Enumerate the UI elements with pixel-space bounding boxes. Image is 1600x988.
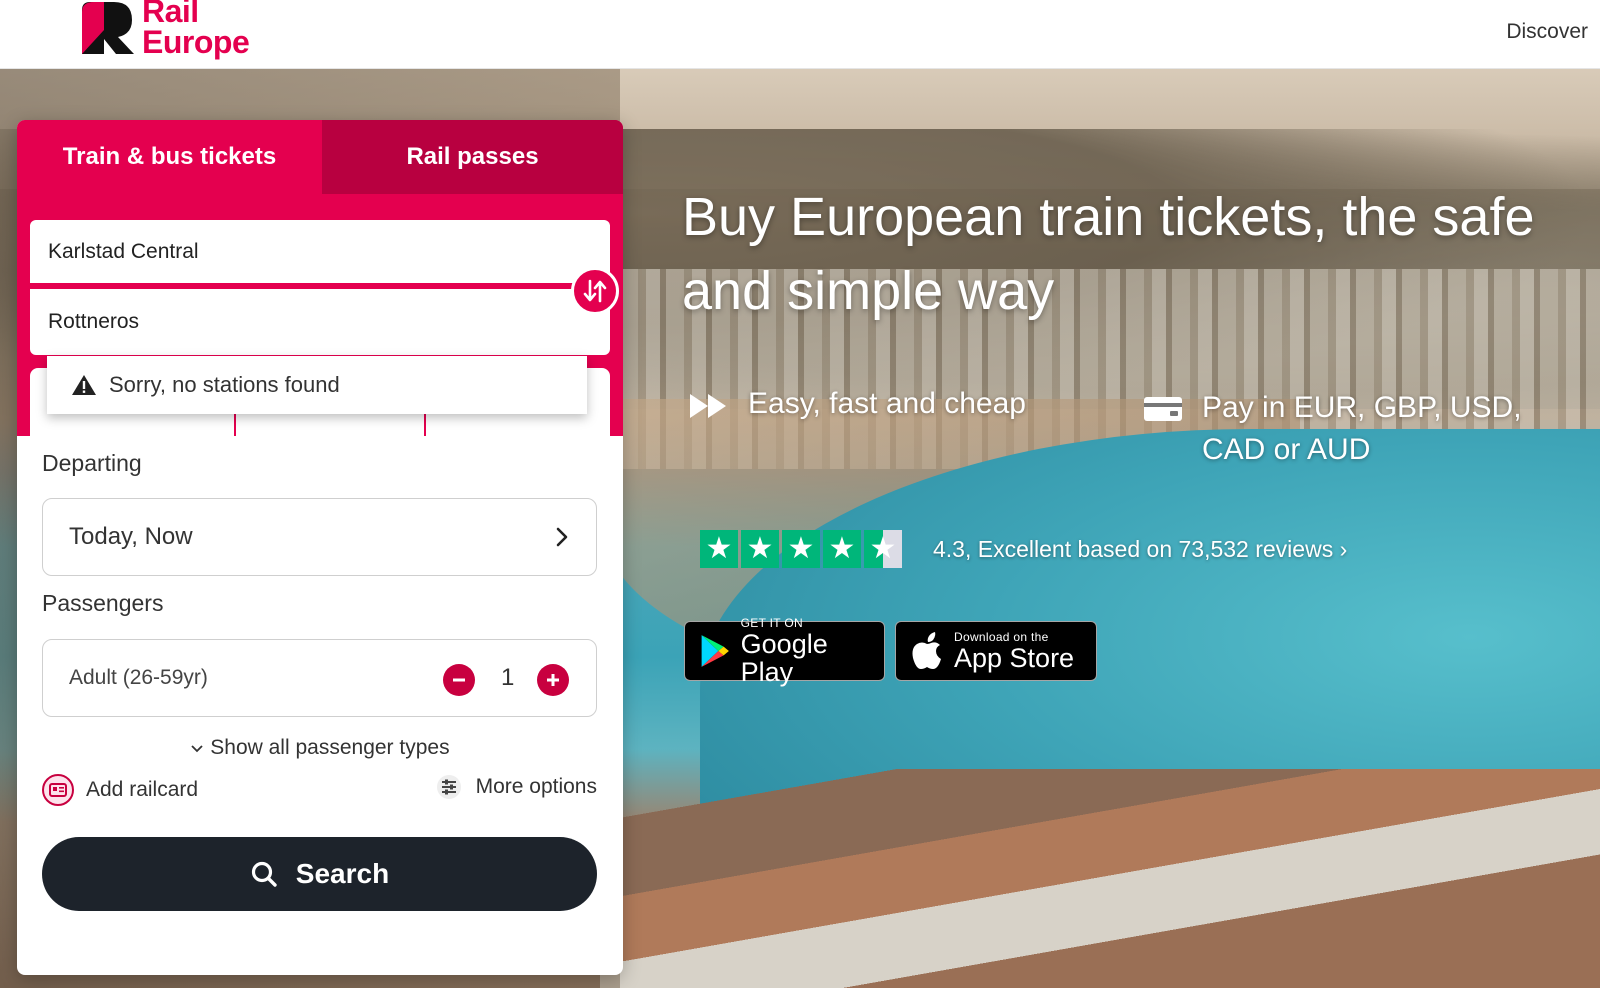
destination-station-input[interactable]: Rottneros bbox=[30, 289, 610, 355]
app-store-big-text: App Store bbox=[954, 643, 1075, 673]
site-header: Rail Europe Discover bbox=[0, 0, 1600, 69]
plus-icon bbox=[547, 674, 559, 686]
fast-forward-icon bbox=[690, 394, 726, 418]
star-icon: ★ bbox=[823, 530, 861, 568]
logo-mark-icon bbox=[82, 2, 134, 54]
origin-station-value: Karlstad Central bbox=[48, 239, 199, 263]
departing-date-selector[interactable]: Today, Now bbox=[42, 498, 597, 576]
more-options-button[interactable]: More options bbox=[436, 774, 597, 800]
app-store-badge[interactable]: Download on the App Store bbox=[895, 621, 1097, 681]
show-all-passenger-types-link[interactable]: Show all passenger types bbox=[17, 736, 623, 760]
swap-icon bbox=[583, 279, 607, 303]
chevron-down-icon bbox=[191, 745, 204, 753]
sliders-icon bbox=[436, 775, 461, 799]
google-play-badge[interactable]: GET IT ON Google Play bbox=[684, 616, 885, 686]
add-railcard-button[interactable]: Add railcard bbox=[42, 774, 198, 806]
search-button[interactable]: Search bbox=[42, 837, 597, 911]
warning-icon bbox=[72, 375, 96, 395]
app-store-small-text: Download on the bbox=[954, 630, 1049, 644]
star-icon: ★ bbox=[741, 530, 779, 568]
origin-station-input[interactable]: Karlstad Central bbox=[30, 220, 610, 286]
nav-discover-link[interactable]: Discover bbox=[1506, 20, 1588, 44]
passenger-type: Adult (26-59yr) bbox=[69, 666, 208, 689]
search-icon bbox=[251, 861, 277, 887]
payment-card-icon bbox=[1144, 397, 1182, 421]
google-play-icon bbox=[701, 635, 729, 667]
hero-title: Buy European train tickets, the safe and… bbox=[682, 187, 1535, 321]
tab-train-bus-tickets[interactable]: Train & bus tickets bbox=[17, 120, 322, 194]
station-suggestions-dropdown: Sorry, no stations found bbox=[47, 356, 587, 414]
apple-icon bbox=[912, 632, 941, 669]
chevron-right-icon bbox=[556, 527, 568, 547]
passengers-label: Passengers bbox=[42, 590, 164, 616]
rail-europe-logo[interactable]: Rail Europe bbox=[80, 0, 280, 64]
departing-label: Departing bbox=[42, 450, 142, 476]
star-icon: ★ bbox=[782, 530, 820, 568]
departing-value: Today, Now bbox=[69, 523, 193, 550]
star-icon: ★ bbox=[864, 530, 902, 568]
decrease-passenger-button[interactable] bbox=[443, 664, 475, 696]
rating-stars: ★ ★ ★ ★ ★ bbox=[700, 530, 905, 568]
railcard-icon bbox=[42, 774, 74, 806]
rating-text: 4.3, Excellent based on 73,532 reviews › bbox=[933, 535, 1348, 562]
google-play-small-text: GET IT ON bbox=[740, 616, 803, 630]
passenger-row: Adult (26-59yr) 1 bbox=[42, 639, 597, 717]
feature-currencies: Pay in EUR, GBP, USD, CAD or AUD bbox=[1142, 387, 1562, 471]
no-stations-message: Sorry, no stations found bbox=[109, 372, 340, 397]
feature-easy-fast-cheap: Easy, fast and cheap bbox=[688, 387, 1026, 421]
increase-passenger-button[interactable] bbox=[537, 664, 569, 696]
minus-icon bbox=[453, 678, 465, 682]
logo-wordmark: Rail Europe bbox=[142, 0, 250, 60]
star-icon: ★ bbox=[700, 530, 738, 568]
trustpilot-rating[interactable]: ★ ★ ★ ★ ★ 4.3, Excellent based on 73,532… bbox=[700, 530, 1347, 568]
google-play-big-text: Google Play bbox=[740, 629, 828, 687]
swap-stations-button[interactable] bbox=[571, 267, 619, 315]
booking-panel: Train & bus tickets Rail passes Karlstad… bbox=[17, 120, 623, 975]
destination-station-value: Rottneros bbox=[48, 310, 140, 333]
tab-rail-passes[interactable]: Rail passes bbox=[322, 120, 623, 194]
passenger-count: 1 bbox=[501, 664, 515, 691]
